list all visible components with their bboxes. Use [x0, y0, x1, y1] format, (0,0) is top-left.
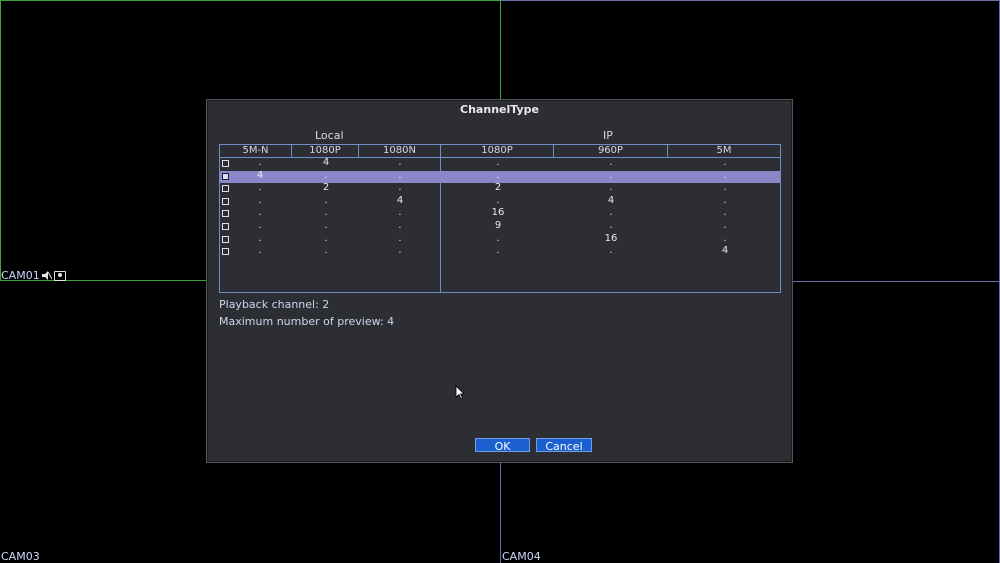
table-cell: 9: [494, 220, 502, 231]
table-cell: 2: [494, 182, 502, 194]
row-checkbox[interactable]: [222, 185, 229, 193]
table-cell: .: [496, 194, 500, 206]
table-cell: .: [723, 207, 727, 219]
table-cell: .: [723, 220, 727, 231]
ok-button[interactable]: OK: [475, 438, 530, 453]
table-cell: .: [609, 207, 613, 219]
audio-mute-icon: [41, 271, 53, 280]
tile-border: [501, 0, 1000, 1]
table-cell: 4: [396, 194, 404, 206]
table-cell: .: [324, 220, 328, 231]
table-row[interactable]: . 2. 2..: [220, 183, 780, 195]
group-label-local: Local: [315, 129, 344, 142]
row-checkbox[interactable]: [222, 235, 229, 243]
row-checkbox[interactable]: [222, 210, 229, 218]
cancel-button[interactable]: Cancel: [536, 438, 592, 453]
channel-type-table: 5M-N 1080P 1080N 1080P 960P 5M .4....4..…: [219, 144, 781, 293]
table-cell: .: [496, 232, 500, 244]
table-cell: .: [496, 157, 500, 168]
column-header: 1080P: [292, 145, 359, 157]
max-preview-text: Maximum number of preview: 4: [219, 315, 395, 328]
table-cell: .: [258, 182, 262, 194]
table-cell: .: [258, 232, 262, 244]
camera-label-4: CAM04: [502, 550, 541, 563]
row-checkbox[interactable]: [222, 160, 229, 167]
table-row[interactable]: 4.....: [220, 169, 780, 183]
table-cell: .: [398, 232, 402, 244]
table-cell: .: [258, 194, 262, 206]
table-cell: .: [609, 220, 613, 231]
table-cell: .: [258, 245, 262, 257]
table-header: 5M-N 1080P 1080N 1080P 960P 5M: [220, 145, 780, 158]
table-cell: .: [398, 207, 402, 219]
table-cell: .: [324, 207, 328, 219]
camera-label-1: CAM01: [1, 269, 66, 282]
channel-type-dialog: ChannelType Local IP 5M-N 1080P 1080N 10…: [206, 99, 793, 463]
group-label-ip: IP: [603, 129, 613, 142]
table-cell: .: [723, 169, 727, 181]
playback-channel-text: Playback channel: 2: [219, 298, 330, 311]
camera-name: CAM01: [1, 269, 40, 282]
table-cell: 4: [607, 194, 615, 206]
camera-label-3: CAM03: [1, 550, 40, 563]
table-cell: 4: [721, 245, 729, 257]
table-cell: .: [609, 169, 613, 181]
column-header: 1080N: [359, 145, 441, 157]
row-checkbox[interactable]: [222, 197, 229, 205]
row-checkbox[interactable]: [222, 172, 229, 180]
table-cell: 2: [322, 182, 330, 194]
table-row[interactable]: ..... 4: [220, 246, 780, 258]
table-row[interactable]: ... 9..: [220, 221, 780, 233]
column-header: 5M-N: [220, 145, 292, 157]
table-cell: .: [723, 182, 727, 194]
table-cell: .: [324, 169, 328, 181]
column-header: 960P: [554, 145, 668, 157]
table-cell: .: [496, 245, 500, 257]
table-cell: .: [609, 182, 613, 194]
table-cell: 16: [491, 207, 505, 219]
table-cell: .: [398, 245, 402, 257]
column-header: 5M: [716, 145, 732, 156]
table-row[interactable]: .. 4. 4.: [220, 194, 780, 208]
row-checkbox[interactable]: [222, 223, 229, 230]
table-cell: .: [398, 182, 402, 194]
row-checkbox[interactable]: [222, 248, 229, 256]
table-cell: .: [723, 232, 727, 244]
table-cell: .: [324, 232, 328, 244]
table-row[interactable]: .... 16.: [220, 232, 780, 246]
column-header: 1080P: [441, 145, 554, 157]
table-row[interactable]: . 4....: [220, 158, 780, 170]
table-cell: .: [324, 194, 328, 206]
table-cell: .: [609, 245, 613, 257]
table-cell: 4: [322, 157, 330, 168]
table-cell: .: [258, 220, 262, 231]
table-cell: 16: [604, 232, 618, 244]
tile-border: [0, 0, 1, 281]
table-cell: .: [258, 207, 262, 219]
record-icon: [53, 270, 66, 281]
table-cell: .: [723, 194, 727, 206]
table-row[interactable]: ... 16..: [220, 208, 780, 220]
table-cell: .: [398, 169, 402, 181]
table-cell: .: [324, 245, 328, 257]
table-cell: .: [398, 157, 402, 168]
table-cell: 4: [256, 169, 264, 181]
table-cell: .: [609, 157, 613, 168]
dialog-title: ChannelType: [460, 103, 539, 116]
table-cell: .: [258, 157, 262, 168]
table-cell: .: [723, 157, 727, 168]
mouse-cursor-icon: [455, 385, 465, 400]
table-cell: .: [398, 220, 402, 231]
table-cell: .: [496, 169, 500, 181]
tile-border: [0, 0, 500, 1]
